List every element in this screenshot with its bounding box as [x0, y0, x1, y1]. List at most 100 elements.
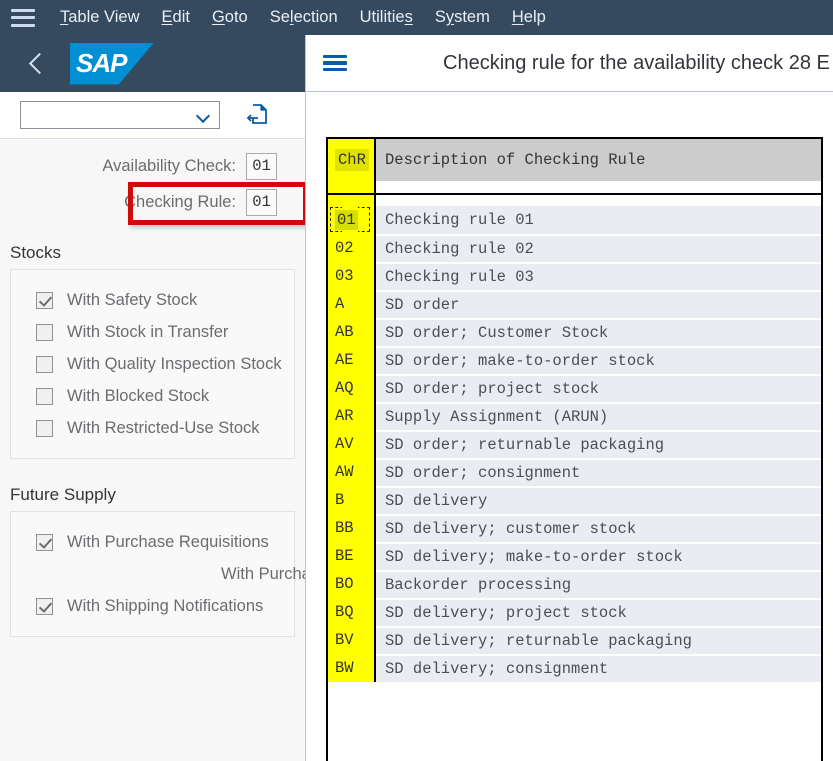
table-row[interactable]: B SD delivery	[328, 486, 821, 514]
cell-checking-rule-key[interactable]: AV	[328, 430, 376, 458]
chevron-down-icon[interactable]	[196, 111, 210, 120]
toolbar	[0, 92, 305, 138]
field-input[interactable]: 01	[246, 188, 277, 216]
spacer-key-cell	[328, 195, 376, 206]
cell-checking-rule-description[interactable]: Checking rule 01	[376, 206, 821, 234]
table-row[interactable]: AB SD order; Customer Stock	[328, 318, 821, 346]
cell-checking-rule-key[interactable]: AB	[328, 318, 376, 346]
cell-checking-rule-key[interactable]: BB	[328, 514, 376, 542]
checkbox[interactable]	[36, 597, 53, 615]
checkbox-row[interactable]: With Stock in Transfer	[11, 316, 294, 348]
table-row[interactable]: AE SD order; make-to-order stock	[328, 346, 821, 374]
header-separator-desc-cell	[376, 181, 821, 195]
hamburger-icon[interactable]	[11, 8, 35, 27]
table-row[interactable]: AQ SD order; project stock	[328, 374, 821, 402]
field-row-availability-check: Availability Check: 01	[0, 151, 305, 181]
table-row[interactable]: BE SD delivery; make-to-order stock	[328, 542, 821, 570]
checkbox[interactable]	[36, 419, 53, 437]
cell-checking-rule-description[interactable]: Checking rule 02	[376, 234, 821, 262]
table-row[interactable]: 02 Checking rule 02	[328, 234, 821, 262]
menu-item-selection[interactable]: Selection	[259, 0, 349, 35]
cell-checking-rule-key[interactable]: 02	[328, 234, 376, 262]
cell-checking-rule-key[interactable]: A	[328, 290, 376, 318]
table-row[interactable]: BO Backorder processing	[328, 570, 821, 598]
cell-checking-rule-description[interactable]: SD delivery	[376, 486, 821, 514]
cell-checking-rule-description[interactable]: SD delivery; returnable packaging	[376, 626, 821, 654]
checkbox-label: With Shipping Notifications	[67, 596, 264, 615]
cell-checking-rule-key[interactable]: AW	[328, 458, 376, 486]
table-row[interactable]: AW SD order; consignment	[328, 458, 821, 486]
cell-checking-rule-description[interactable]: SD order; make-to-order stock	[376, 346, 821, 374]
cell-checking-rule-description[interactable]: SD order; consignment	[376, 458, 821, 486]
cell-checking-rule-description[interactable]: Checking rule 03	[376, 262, 821, 290]
checkbox-row[interactable]: With Purchase Requisitions	[11, 526, 294, 558]
hamburger-icon[interactable]	[323, 54, 347, 72]
table-row[interactable]: AV SD order; returnable packaging	[328, 430, 821, 458]
checkbox-row[interactable]: With Shipping Notifications	[11, 590, 294, 622]
menu-item-table-view[interactable]: Table View	[49, 0, 151, 35]
cell-checking-rule-key[interactable]: BW	[328, 654, 376, 682]
section-title-future-supply: Future Supply	[10, 485, 116, 504]
cell-checking-rule-key[interactable]: 01	[328, 206, 376, 234]
menu-item-edit[interactable]: Edit	[151, 0, 201, 35]
field-input[interactable]: 01	[246, 152, 277, 180]
cell-checking-rule-key[interactable]: BV	[328, 626, 376, 654]
cell-checking-rule-description[interactable]: SD order	[376, 290, 821, 318]
menu-item-system[interactable]: System	[424, 0, 501, 35]
table-header-separator	[328, 181, 821, 195]
checkbox[interactable]	[36, 323, 53, 341]
checkbox-row[interactable]: With Restricted-Use Stock	[11, 412, 294, 444]
back-chevron-icon[interactable]	[22, 49, 52, 79]
cell-checking-rule-key[interactable]: B	[328, 486, 376, 514]
field-label: Availability Check:	[102, 156, 236, 175]
checkbox-row[interactable]: With Blocked Stock	[11, 380, 294, 412]
spacer-desc-cell	[376, 195, 821, 206]
cell-checking-rule-description[interactable]: Backorder processing	[376, 570, 821, 598]
cell-checking-rule-description[interactable]: SD delivery; project stock	[376, 598, 821, 626]
cell-checking-rule-key[interactable]: BE	[328, 542, 376, 570]
main-window: SAP Availability Check: 01 Checking Rule: 0…	[0, 35, 305, 761]
menu-item-goto[interactable]: Goto	[201, 0, 259, 35]
exit-icon[interactable]	[244, 102, 270, 128]
section-group: Stocks With Safety Stock With Stock in Tra…	[0, 243, 305, 637]
checkbox[interactable]	[36, 291, 53, 309]
checkbox[interactable]	[36, 355, 53, 373]
table-row[interactable]: BB SD delivery; customer stock	[328, 514, 821, 542]
cell-checking-rule-key[interactable]: AQ	[328, 374, 376, 402]
shell-header: SAP	[0, 35, 305, 92]
table-row[interactable]: A SD order	[328, 290, 821, 318]
cell-checking-rule-description[interactable]: SD order; returnable packaging	[376, 430, 821, 458]
checkbox-row[interactable]: With Safety Stock	[11, 284, 294, 316]
menu-item-help[interactable]: Help	[501, 0, 557, 35]
column-header-description[interactable]: Description of Checking Rule	[376, 139, 821, 181]
cell-checking-rule-key[interactable]: BQ	[328, 598, 376, 626]
table-top-spacer	[328, 195, 821, 206]
checkbox[interactable]	[36, 533, 53, 551]
cell-checking-rule-description[interactable]: SD order; project stock	[376, 374, 821, 402]
cell-checking-rule-key[interactable]: 03	[328, 262, 376, 290]
cell-checking-rule-key[interactable]: AE	[328, 346, 376, 374]
cell-checking-rule-description[interactable]: Supply Assignment (ARUN)	[376, 402, 821, 430]
sap-logo[interactable]: SAP	[70, 42, 154, 85]
cell-checking-rule-description[interactable]: SD delivery; make-to-order stock	[376, 542, 821, 570]
table-row[interactable]: BW SD delivery; consignment	[328, 654, 821, 682]
column-header-chr[interactable]: ChR	[328, 139, 376, 181]
menu-item-list: Table View Edit Goto Selection Utilities Syst…	[49, 0, 557, 35]
command-field[interactable]	[20, 101, 220, 129]
popup-title: Checking rule for the availability check…	[443, 51, 830, 74]
cell-checking-rule-description[interactable]: SD delivery; consignment	[376, 654, 821, 682]
table-row[interactable]: 03 Checking rule 03	[328, 262, 821, 290]
table-row[interactable]: 01 Checking rule 01	[328, 206, 821, 234]
checkbox[interactable]	[36, 387, 53, 405]
cell-checking-rule-key[interactable]: AR	[328, 402, 376, 430]
selected-key-text: 01	[335, 210, 358, 230]
table-row[interactable]: AR Supply Assignment (ARUN)	[328, 402, 821, 430]
table-row[interactable]: BV SD delivery; returnable packaging	[328, 626, 821, 654]
cell-checking-rule-key[interactable]: BO	[328, 570, 376, 598]
cell-checking-rule-description[interactable]: SD order; Customer Stock	[376, 318, 821, 346]
table-row[interactable]: BQ SD delivery; project stock	[328, 598, 821, 626]
checkbox-row[interactable]: With Purcha	[11, 558, 305, 590]
cell-checking-rule-description[interactable]: SD delivery; customer stock	[376, 514, 821, 542]
menu-item-utilities[interactable]: Utilities	[349, 0, 424, 35]
checkbox-row[interactable]: With Quality Inspection Stock	[11, 348, 294, 380]
